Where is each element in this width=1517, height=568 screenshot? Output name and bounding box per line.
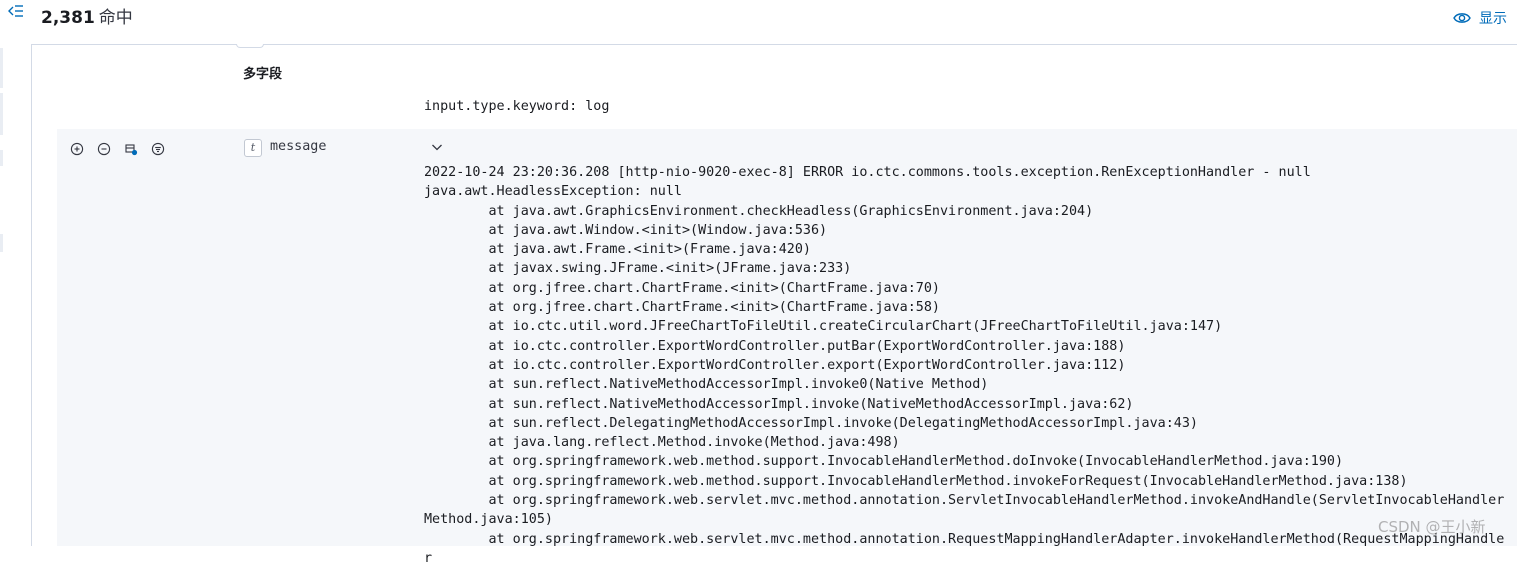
magnify-plus-icon xyxy=(70,142,84,156)
show-button-label: 显示 xyxy=(1479,11,1507,27)
field-name: message xyxy=(270,139,327,154)
show-button[interactable]: 显示 xyxy=(1453,8,1507,28)
rail-divider xyxy=(0,234,3,252)
message-field-value: 2022-10-24 23:20:36.208 [http-nio-9020-e… xyxy=(424,165,1505,566)
scroll-tab xyxy=(236,44,264,48)
filter-out-value-button[interactable] xyxy=(96,141,112,157)
keyword-field-value: input.type.keyword: log xyxy=(424,99,610,114)
hit-count-label: 命中 xyxy=(98,8,133,28)
field-type-badge: t xyxy=(244,139,262,157)
toggle-column-button[interactable] xyxy=(123,141,139,157)
filter-icon xyxy=(151,142,165,156)
chevron-down-icon xyxy=(432,144,442,151)
left-rail xyxy=(0,0,32,546)
hit-count: 2,381 命中 xyxy=(41,8,133,28)
filter-exists-button[interactable] xyxy=(150,141,166,157)
filter-for-value-button[interactable] xyxy=(69,141,85,157)
hit-count-value: 2,381 xyxy=(41,8,95,28)
sidebar-toggle-button[interactable] xyxy=(7,3,27,21)
menu-collapse-icon xyxy=(8,5,23,17)
field-actions xyxy=(69,141,166,157)
eye-icon xyxy=(1453,13,1471,23)
watermark: CSDN @王小新 xyxy=(1378,518,1486,536)
message-field-row: t message 2022-10-24 23:20:36.208 [http-… xyxy=(57,129,1517,566)
rail-divider xyxy=(0,48,3,88)
collapse-value-button[interactable] xyxy=(429,139,445,155)
table-column-icon xyxy=(125,144,138,156)
rail-divider xyxy=(0,93,3,135)
rail-divider xyxy=(0,150,3,166)
magnify-minus-icon xyxy=(97,142,111,156)
results-header: 2,381 命中 显示 xyxy=(31,0,1517,45)
multi-field-label: 多字段 xyxy=(243,67,283,82)
